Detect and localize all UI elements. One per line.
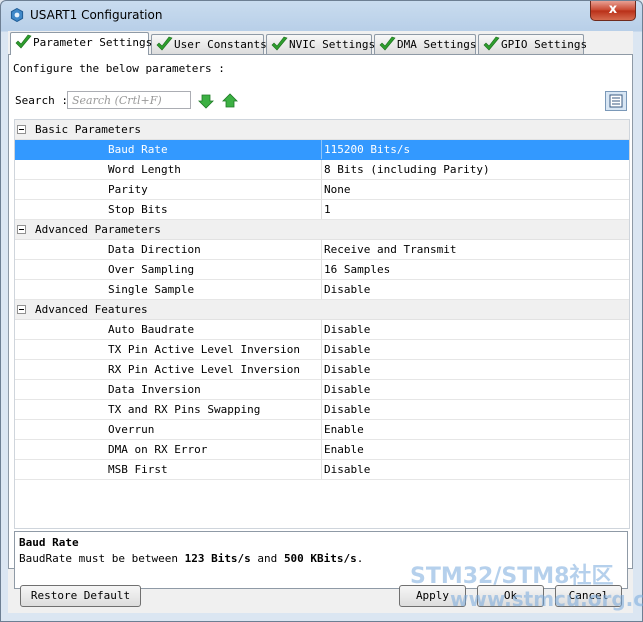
group-advanced-features[interactable]: Advanced Features [15,300,629,320]
description-suffix: . [356,552,364,565]
param-row-rx-pin-inversion[interactable]: RX Pin Active Level Inversion Disable [15,360,629,380]
parameter-grid: Basic Parameters Baud Rate 115200 Bits/s… [14,119,630,529]
param-row-baud-rate[interactable]: Baud Rate 115200 Bits/s [15,140,629,160]
watermark-line2: www.stmcu.org.cn [450,587,643,611]
param-name: Parity [108,183,148,196]
group-basic-parameters[interactable]: Basic Parameters [15,120,629,140]
param-value[interactable]: 1 [324,203,331,216]
collapse-toggle-icon[interactable] [17,225,26,234]
description-min-value: 123 Bits/s [184,552,251,565]
group-advanced-parameters[interactable]: Advanced Parameters [15,220,629,240]
tab-gpio-settings[interactable]: GPIO Settings [478,34,588,54]
title-bar[interactable]: USART1 Configuration x [1,1,642,31]
tab-dma-settings[interactable]: DMA Settings [374,34,476,54]
param-value[interactable]: Disable [324,463,370,476]
param-value[interactable]: 8 Bits (including Parity) [324,163,490,176]
param-name: Stop Bits [108,203,168,216]
param-value[interactable]: Enable [324,443,364,456]
param-name: Overrun [108,423,155,436]
tab-label: NVIC Settings [289,38,376,51]
search-next-arrow-down-icon[interactable] [198,93,214,109]
search-label: Search : [15,94,68,107]
param-row-single-sample[interactable]: Single Sample Disable [15,280,629,300]
param-name: RX Pin Active Level Inversion [108,363,301,376]
tab-label: GPIO Settings [501,38,588,51]
tab-bar: Parameter Settings User Constants NVIC S… [8,31,633,55]
check-icon [271,36,288,51]
param-row-word-length[interactable]: Word Length 8 Bits (including Parity) [15,160,629,180]
param-name: Single Sample [108,283,195,296]
param-row-over-sampling[interactable]: Over Sampling 16 Samples [15,260,629,280]
collapse-toggle-icon[interactable] [17,125,26,134]
close-button[interactable]: x [590,1,636,21]
collapse-toggle-icon[interactable] [17,305,26,314]
description-prefix: BaudRate must be between [19,552,185,565]
param-value[interactable]: 115200 Bits/s [324,143,410,156]
search-input[interactable] [67,91,191,109]
param-value[interactable]: Disable [324,363,370,376]
config-window: USART1 Configuration x Parameter Setting… [0,0,643,622]
check-icon [15,34,32,49]
description-joiner: and [250,552,284,565]
param-row-dma-on-rx-error[interactable]: DMA on RX Error Enable [15,440,629,460]
param-value[interactable]: 16 Samples [324,263,390,276]
window-title: USART1 Configuration [30,8,163,22]
param-value[interactable]: Disable [324,343,370,356]
param-name: Auto Baudrate [108,323,195,336]
tab-label: User Constants [174,38,267,51]
app-gear-icon [10,8,24,22]
param-name: Over Sampling [108,263,195,276]
list-view-icon [609,94,623,108]
instructions-text: Configure the below parameters : [13,62,225,75]
param-row-auto-baudrate[interactable]: Auto Baudrate Disable [15,320,629,340]
dialog-body: Parameter Settings User Constants NVIC S… [8,31,633,613]
group-name: Basic Parameters [35,123,141,136]
tab-label: DMA Settings [397,38,477,51]
description-max-value: 500 KBits/s [283,552,357,565]
check-icon [483,36,500,51]
group-name: Advanced Parameters [35,223,161,236]
param-row-msb-first[interactable]: MSB First Disable [15,460,629,480]
parameter-settings-panel: Configure the below parameters : Search … [8,54,633,589]
param-name: DMA on RX Error [108,443,208,456]
param-row-overrun[interactable]: Overrun Enable [15,420,629,440]
param-name: Word Length [108,163,181,176]
param-name: MSB First [108,463,168,476]
tab-label: Parameter Settings [33,36,153,49]
param-row-parity[interactable]: Parity None [15,180,629,200]
tab-user-constants[interactable]: User Constants [151,34,267,54]
tab-parameter-settings[interactable]: Parameter Settings [10,32,153,55]
param-name: Data Inversion [108,383,201,396]
param-value[interactable]: Disable [324,283,370,296]
param-name: TX and RX Pins Swapping [108,403,261,416]
param-value[interactable]: Enable [324,423,364,436]
check-icon [156,36,173,51]
tab-nvic-settings[interactable]: NVIC Settings [266,34,376,54]
param-row-stop-bits[interactable]: Stop Bits 1 [15,200,629,220]
param-value[interactable]: Receive and Transmit [324,243,456,256]
param-name: Data Direction [108,243,201,256]
param-row-data-inversion[interactable]: Data Inversion Disable [15,380,629,400]
group-name: Advanced Features [35,303,148,316]
param-value[interactable]: Disable [324,383,370,396]
param-value[interactable]: None [324,183,351,196]
check-icon [379,36,396,51]
param-name: Baud Rate [108,143,168,156]
param-row-pins-swapping[interactable]: TX and RX Pins Swapping Disable [15,400,629,420]
description-text: BaudRate must be between 123 Bits/s and … [19,552,363,565]
param-value[interactable]: Disable [324,403,370,416]
param-name: TX Pin Active Level Inversion [108,343,301,356]
search-prev-arrow-up-icon[interactable] [222,93,238,109]
param-row-data-direction[interactable]: Data Direction Receive and Transmit [15,240,629,260]
restore-default-button[interactable]: Restore Default [20,585,141,607]
description-title: Baud Rate [19,536,79,549]
param-value[interactable]: Disable [324,323,370,336]
param-row-tx-pin-inversion[interactable]: TX Pin Active Level Inversion Disable [15,340,629,360]
list-view-toggle-button[interactable] [605,91,627,111]
